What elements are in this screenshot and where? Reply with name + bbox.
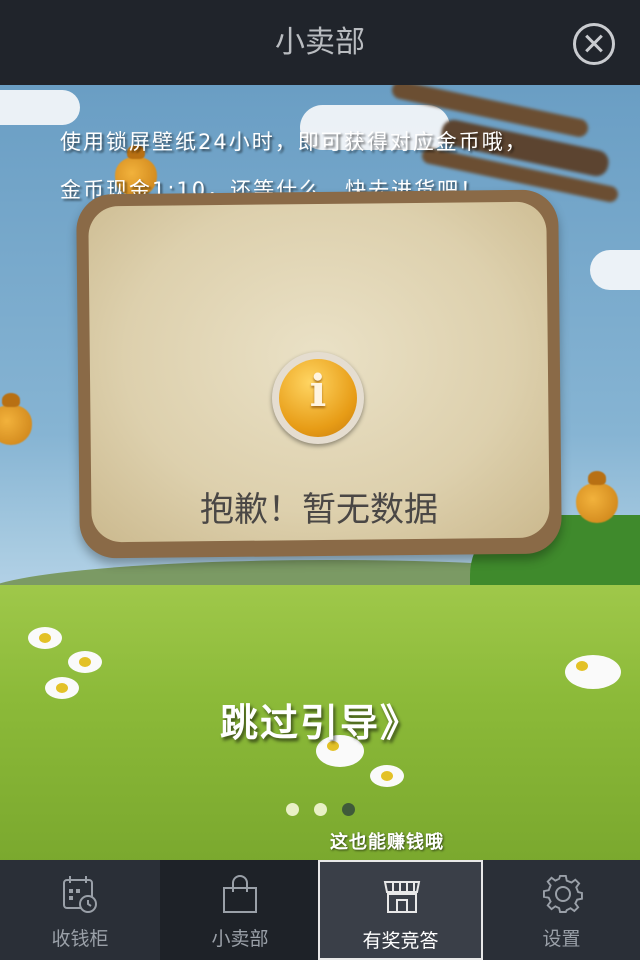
info-icon: i [272,352,364,444]
gear-icon [543,874,583,913]
tab-shop[interactable]: 小卖部 [160,860,320,960]
coin-bag [576,471,618,523]
daisy [28,627,62,649]
coin-bag [0,393,32,445]
empty-state-message: 抱歉！暂无数据 [200,490,438,530]
page-title: 小卖部 [275,25,365,60]
tab-bar: 收钱柜 小卖部 有奖竞答 设置 [0,860,640,960]
daisy [370,765,404,787]
cloud [0,90,80,125]
shop-awning-icon [383,881,421,913]
tab-cash-register[interactable]: 收钱柜 [0,860,160,960]
skip-guide-button[interactable]: 跳过引导》 [0,692,640,747]
tab-label: 小卖部 [211,928,269,950]
top-bar: 小卖部 [0,0,640,85]
page-dot[interactable] [286,803,299,816]
tab-label: 收钱柜 [51,928,109,950]
cash-register-icon [63,876,97,913]
daisy [565,655,621,689]
guide-text-line-1: 使用锁屏壁纸24小时，即可获得对应金币哦， [60,130,528,154]
cloud [590,250,640,290]
tab-quiz[interactable]: 有奖竞答 [318,860,483,960]
hint-text: 这也能赚钱哦 [330,832,444,853]
shopping-bag-icon [223,875,257,913]
tab-settings[interactable]: 设置 [483,860,640,960]
tab-label: 有奖竞答 [362,930,439,952]
close-button[interactable] [573,23,615,65]
page-dot[interactable] [314,803,327,816]
page-dot-active[interactable] [342,803,355,816]
daisy [68,651,102,673]
tab-label: 设置 [542,928,581,950]
